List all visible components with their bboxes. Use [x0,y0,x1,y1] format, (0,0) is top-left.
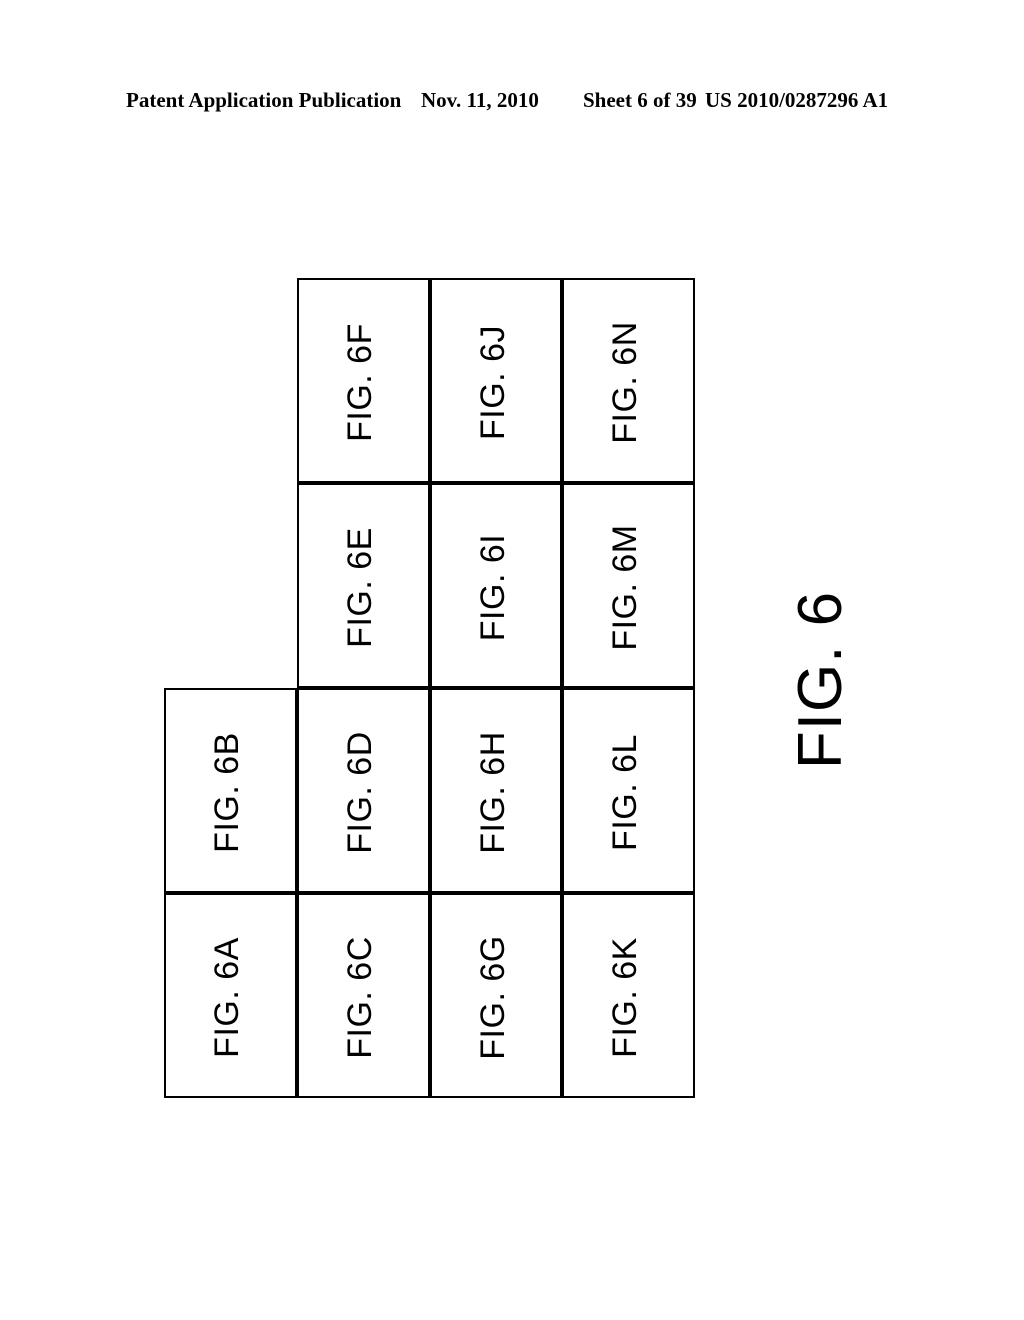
figure-grid-cell: FIG. 6E [296,483,430,688]
figure-grid-cell-label: FIG. 6A [207,937,246,1058]
header-patent-number-label: US 2010/0287296 A1 [705,88,889,112]
figure-grid-cell: FIG. 6L [562,688,695,893]
figure-grid-cell-label: FIG. 6C [340,936,379,1059]
figure-grid-cell: FIG. 6H [429,688,563,893]
figure-grid-cell-label: FIG. 6B [207,732,246,853]
figure-grid-cell: FIG. 6C [296,893,430,1098]
figure-grid-cell-label: FIG. 6D [340,731,379,854]
figure-grid-cell: FIG. 6F [296,278,430,483]
figure-grid-cell: FIG. 6K [562,893,695,1098]
figure-grid-cell: FIG. 6I [429,483,563,688]
figure-grid-cell-label: FIG. 6K [606,937,645,1058]
figure-grid-cell: FIG. 6M [562,483,695,688]
figure-title: FIG. 6 [700,560,940,800]
page-header: Patent Application Publication Nov. 11, … [0,88,1024,116]
header-date-label: Nov. 11, 2010 [421,88,539,112]
figure-grid-cell-label: FIG. 6N [606,321,645,444]
figure-key-grid: FIG. 6A FIG. 6B FIG. 6C FIG. 6D FIG. 6E FIG. … [164,278,695,1098]
figure-grid-cell: FIG. 6N [562,278,695,483]
figure-grid-cell: FIG. 6G [429,893,563,1098]
figure-grid-cell: FIG. 6A [164,893,297,1098]
header-publication-label: Patent Application Publication [126,88,402,112]
header-sheet-label: Sheet 6 of 39 [583,88,697,112]
figure-title-label: FIG. 6 [785,590,855,770]
figure-grid-cell-label: FIG. 6I [473,533,512,642]
figure-grid-cell: FIG. 6B [164,688,297,893]
figure-grid-cell-label: FIG. 6E [340,527,379,648]
figure-grid-cell-label: FIG. 6L [606,734,645,851]
figure-grid-cell-label: FIG. 6G [473,935,512,1060]
figure-grid-cell-label: FIG. 6J [473,325,512,440]
figure-grid-cell-label: FIG. 6M [606,524,645,651]
figure-grid-cell-label: FIG. 6H [473,731,512,854]
figure-grid-cell-label: FIG. 6F [340,323,379,442]
figure-grid-cell: FIG. 6J [429,278,563,483]
figure-grid-cell: FIG. 6D [296,688,430,893]
